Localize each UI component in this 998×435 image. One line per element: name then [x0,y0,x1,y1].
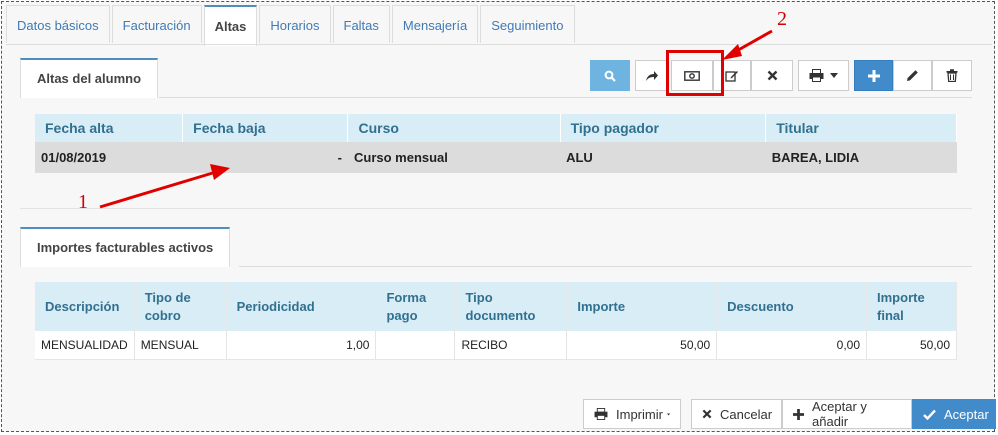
annotation-label-2: 2 [777,8,787,30]
annotation-arrow-1 [99,170,217,209]
annotation-arrowhead-2 [722,44,742,60]
annotation-label-1: 1 [78,191,88,213]
annotation-arrows [99,29,773,209]
annotation-arrowhead-1 [210,164,230,180]
